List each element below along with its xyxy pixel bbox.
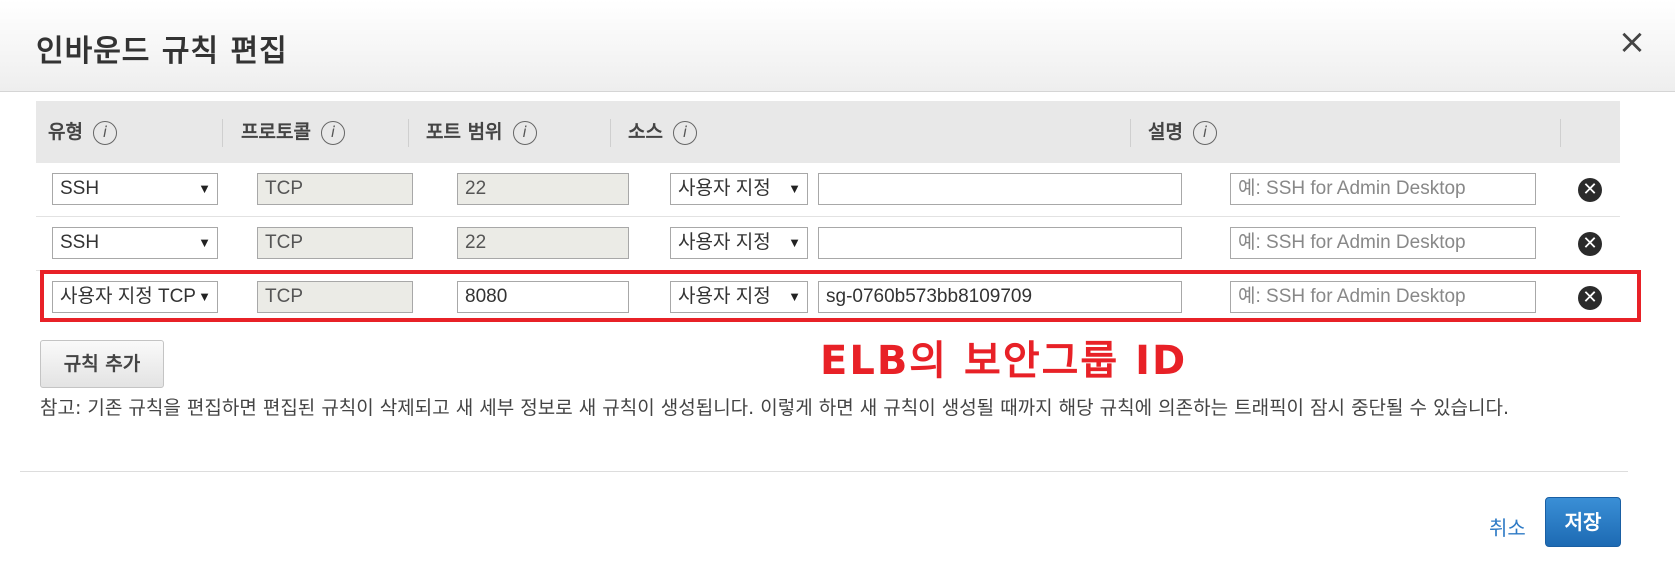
edit-warning-note: 참고: 기존 규칙을 편집하면 편집된 규칙이 삭제되고 새 세부 정보로 새 … xyxy=(40,397,1510,419)
source-type-select-value: 사용자 지정 xyxy=(678,178,771,199)
source-type-select-value: 사용자 지정 xyxy=(678,232,771,253)
column-divider xyxy=(1560,119,1561,147)
table-row: SSH ▼ TCP 22 사용자 지정 ▼ 예: SSH for Admin Des… xyxy=(36,163,1620,217)
type-select-value: SSH xyxy=(60,232,100,253)
column-divider xyxy=(222,119,223,147)
remove-rule-icon[interactable]: ✕ xyxy=(1578,232,1602,256)
protocol-field: TCP xyxy=(257,281,413,313)
annotation-text: ELB의 보안그룹 ID xyxy=(820,338,1188,384)
dialog-title: 인바운드 규칙 편집 xyxy=(36,34,288,69)
source-type-select[interactable]: 사용자 지정 ▼ xyxy=(670,281,808,313)
column-divider xyxy=(408,119,409,147)
save-button[interactable]: 저장 xyxy=(1545,497,1621,547)
column-header-protocol: 프로토콜 i xyxy=(241,101,345,163)
info-icon[interactable]: i xyxy=(92,120,117,145)
source-type-select[interactable]: 사용자 지정 ▼ xyxy=(670,227,808,259)
type-select-value: 사용자 지정 TCP xyxy=(60,286,196,307)
add-rule-button[interactable]: 규칙 추가 xyxy=(40,340,164,388)
info-icon[interactable]: i xyxy=(672,120,697,145)
column-header-port-range-label: 포트 범위 xyxy=(426,121,503,143)
column-header-source: 소스 i xyxy=(628,101,697,163)
column-header-protocol-label: 프로토콜 xyxy=(241,121,311,143)
port-range-field: 22 xyxy=(457,227,629,259)
protocol-field: TCP xyxy=(257,227,413,259)
source-type-select-value: 사용자 지정 xyxy=(678,286,771,307)
source-input[interactable] xyxy=(818,227,1182,259)
chevron-down-icon: ▼ xyxy=(198,181,211,196)
close-icon[interactable]: × xyxy=(1612,22,1652,62)
table-row: 사용자 지정 TCP ▼ TCP 8080 사용자 지정 ▼ sg-0760b573… xyxy=(36,271,1620,325)
type-select[interactable]: SSH ▼ xyxy=(52,227,218,259)
inbound-rules-table: 유형 i 프로토콜 i 포트 범위 i 소스 i 설명 i SSH ▼ TCP 22 사용자… xyxy=(36,101,1620,325)
column-header-type-label: 유형 xyxy=(48,121,83,143)
info-icon[interactable]: i xyxy=(1192,120,1217,145)
column-divider xyxy=(1130,119,1131,147)
remove-rule-icon[interactable]: ✕ xyxy=(1578,178,1602,202)
column-header-port-range: 포트 범위 i xyxy=(426,101,537,163)
chevron-down-icon: ▼ xyxy=(198,289,211,304)
chevron-down-icon: ▼ xyxy=(788,289,801,304)
chevron-down-icon: ▼ xyxy=(788,181,801,196)
source-type-select[interactable]: 사용자 지정 ▼ xyxy=(670,173,808,205)
dialog-header: 인바운드 규칙 편집 × xyxy=(0,0,1675,92)
info-icon[interactable]: i xyxy=(512,120,537,145)
info-icon[interactable]: i xyxy=(320,120,345,145)
table-header: 유형 i 프로토콜 i 포트 범위 i 소스 i 설명 i xyxy=(36,101,1620,163)
table-row: SSH ▼ TCP 22 사용자 지정 ▼ 예: SSH for Admin Des… xyxy=(36,217,1620,271)
source-input[interactable] xyxy=(818,173,1182,205)
column-header-type: 유형 i xyxy=(48,101,117,163)
column-header-source-label: 소스 xyxy=(628,121,663,143)
column-header-description: 설명 i xyxy=(1148,101,1217,163)
remove-rule-icon[interactable]: ✕ xyxy=(1578,286,1602,310)
chevron-down-icon: ▼ xyxy=(198,235,211,250)
description-input[interactable]: 예: SSH for Admin Desktop xyxy=(1230,227,1536,259)
column-divider xyxy=(610,119,611,147)
description-input[interactable]: 예: SSH for Admin Desktop xyxy=(1230,281,1536,313)
source-input[interactable]: sg-0760b573bb8109709 xyxy=(818,281,1182,313)
column-header-description-label: 설명 xyxy=(1148,121,1183,143)
description-input[interactable]: 예: SSH for Admin Desktop xyxy=(1230,173,1536,205)
type-select[interactable]: SSH ▼ xyxy=(52,173,218,205)
type-select[interactable]: 사용자 지정 TCP ▼ xyxy=(52,281,218,313)
port-range-field: 22 xyxy=(457,173,629,205)
protocol-field: TCP xyxy=(257,173,413,205)
cancel-button[interactable]: 취소 xyxy=(1489,512,1526,541)
chevron-down-icon: ▼ xyxy=(788,235,801,250)
port-range-input[interactable]: 8080 xyxy=(457,281,629,313)
footer-divider xyxy=(20,471,1628,472)
type-select-value: SSH xyxy=(60,178,100,199)
